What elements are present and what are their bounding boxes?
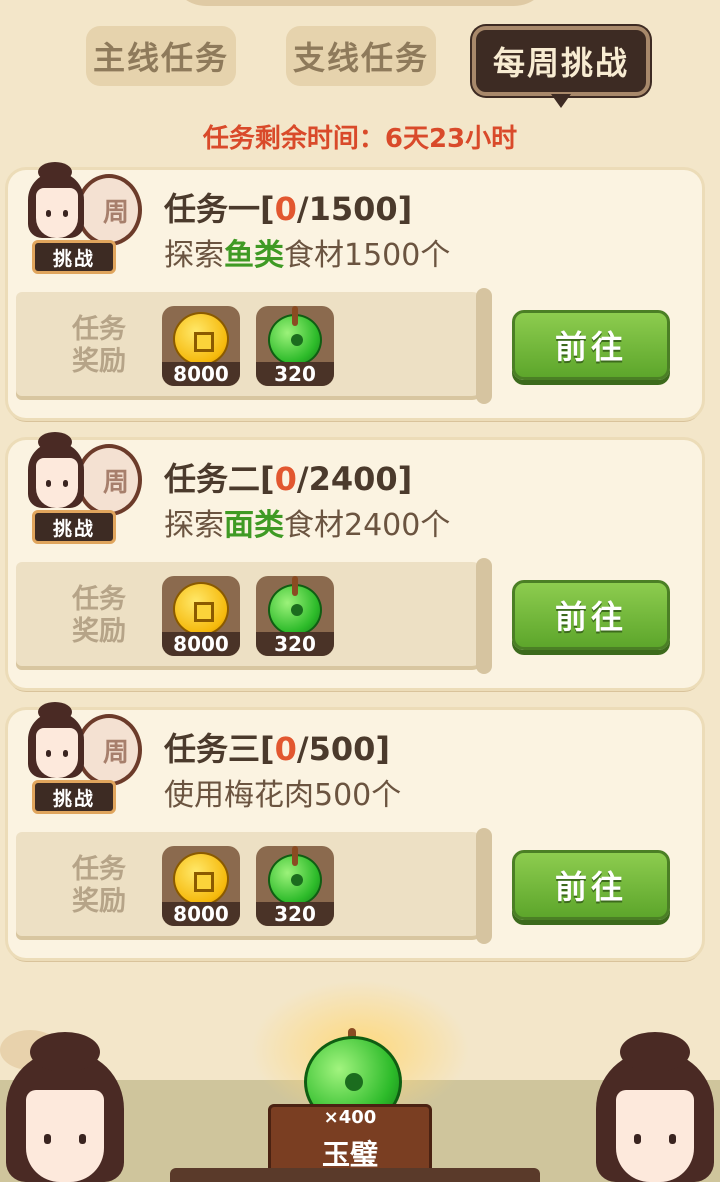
- tab-weekly-challenge[interactable]: 每周挑战: [472, 26, 650, 108]
- character-hair-bun: [30, 1032, 100, 1072]
- drum-icon: 周: [76, 444, 142, 516]
- mission-card-2: 周 挑战 任务二[0/2400] 探索面类食材2400个 任务奖励 8000 3…: [8, 432, 702, 688]
- character-hair-bun: [620, 1032, 690, 1072]
- desc-pre: 使用梅花肉500个: [164, 778, 402, 813]
- grand-reward-qty: ×400: [323, 1107, 377, 1128]
- mission-target: /500]: [296, 730, 391, 768]
- coin-icon: [173, 312, 229, 366]
- character-face: [36, 728, 78, 778]
- character-right-icon: [590, 1032, 720, 1182]
- reward-jade[interactable]: 320: [256, 306, 334, 386]
- challenge-avatar: 周 挑战: [22, 432, 142, 546]
- mission-title: 任务三[0/500]: [164, 724, 390, 770]
- reward-scroll: 任务奖励 8000 320: [16, 828, 492, 944]
- reward-jade[interactable]: 320: [256, 846, 334, 926]
- desc-post: 食材1500个: [284, 238, 451, 273]
- desc-highlight: 鱼类: [224, 238, 284, 273]
- coin-icon: [173, 582, 229, 636]
- challenge-avatar: 周 挑战: [22, 702, 142, 816]
- mission-title: 任务二[0/2400]: [164, 454, 412, 500]
- character-face: [36, 188, 78, 238]
- mission-progress: 0: [274, 190, 297, 228]
- reward-count: 8000: [162, 902, 240, 926]
- reward-count: 320: [256, 632, 334, 656]
- mission-card-1: 周 挑战 任务一[0/1500] 探索鱼类食材1500个 任务奖励 8000 3…: [8, 162, 702, 418]
- desc-pre: 探索: [164, 238, 224, 273]
- mission-title-prefix: 任务三[: [164, 730, 275, 768]
- reward-label: 任务奖励: [72, 314, 126, 377]
- mission-title-prefix: 任务二[: [164, 460, 275, 498]
- go-button[interactable]: 前往: [512, 310, 670, 380]
- reward-scroll: 任务奖励 8000 320: [16, 288, 492, 404]
- mission-title-prefix: 任务一[: [164, 190, 275, 228]
- weekly-challenge-screen: 主线任务 支线任务 每周挑战 任务剩余时间：6天23小时 周 挑战 任务一[0/…: [0, 0, 720, 1182]
- reward-jade[interactable]: 320: [256, 576, 334, 656]
- reward-scroll: 任务奖励 8000 320: [16, 558, 492, 674]
- go-button[interactable]: 前往: [512, 580, 670, 650]
- reward-count: 320: [256, 362, 334, 386]
- reward-count: 8000: [162, 362, 240, 386]
- mission-target: /1500]: [296, 190, 413, 228]
- desc-pre: 探索: [164, 508, 224, 543]
- desc-post: 食材2400个: [284, 508, 451, 543]
- go-button[interactable]: 前往: [512, 850, 670, 920]
- drum-label: 周: [102, 467, 129, 498]
- remaining-time-label: 任务剩余时间：: [202, 124, 385, 154]
- coin-icon: [173, 852, 229, 906]
- mission-description: 探索鱼类食材1500个: [164, 230, 450, 274]
- drum-label: 周: [102, 737, 129, 768]
- drum-icon: 周: [76, 714, 142, 786]
- drum-label: 周: [102, 197, 129, 228]
- character-face: [26, 1090, 104, 1182]
- reward-label: 任务奖励: [72, 584, 126, 647]
- challenge-badge: 挑战: [32, 780, 116, 814]
- character-hair-bun: [38, 702, 72, 722]
- grand-reward-name: 玉璧: [321, 1138, 378, 1171]
- mission-title: 任务一[0/1500]: [164, 184, 412, 230]
- mission-description: 探索面类食材2400个: [164, 500, 450, 544]
- challenge-badge: 挑战: [32, 510, 116, 544]
- jade-cord: [292, 306, 298, 326]
- remaining-time: 任务剩余时间：6天23小时: [0, 118, 720, 155]
- character-hair-bun: [38, 162, 72, 182]
- desc-highlight: 面类: [224, 508, 284, 543]
- jade-cord: [292, 846, 298, 866]
- remaining-time-value: 6天23小时: [384, 124, 518, 154]
- character-left-icon: [0, 1032, 130, 1182]
- mission-target: /2400]: [296, 460, 413, 498]
- mission-progress: 0: [274, 460, 297, 498]
- jade-cord: [292, 576, 298, 596]
- reward-coin[interactable]: 8000: [162, 306, 240, 386]
- character-face: [36, 458, 78, 508]
- mission-description: 使用梅花肉500个: [164, 770, 401, 814]
- bottom-bar: [170, 1168, 540, 1182]
- tab-side-quest[interactable]: 支线任务: [286, 26, 436, 86]
- reward-label: 任务奖励: [72, 854, 126, 917]
- reward-coin[interactable]: 8000: [162, 846, 240, 926]
- reward-count: 8000: [162, 632, 240, 656]
- challenge-avatar: 周 挑战: [22, 162, 142, 276]
- reward-count: 320: [256, 902, 334, 926]
- tab-main-quest[interactable]: 主线任务: [86, 26, 236, 86]
- character-hair-bun: [38, 432, 72, 452]
- mission-card-3: 周 挑战 任务三[0/500] 使用梅花肉500个 任务奖励 8000 320 …: [8, 702, 702, 958]
- challenge-badge: 挑战: [32, 240, 116, 274]
- top-decoration: [170, 0, 550, 6]
- mission-progress: 0: [274, 730, 297, 768]
- drum-icon: 周: [76, 174, 142, 246]
- character-face: [616, 1090, 694, 1182]
- reward-coin[interactable]: 8000: [162, 576, 240, 656]
